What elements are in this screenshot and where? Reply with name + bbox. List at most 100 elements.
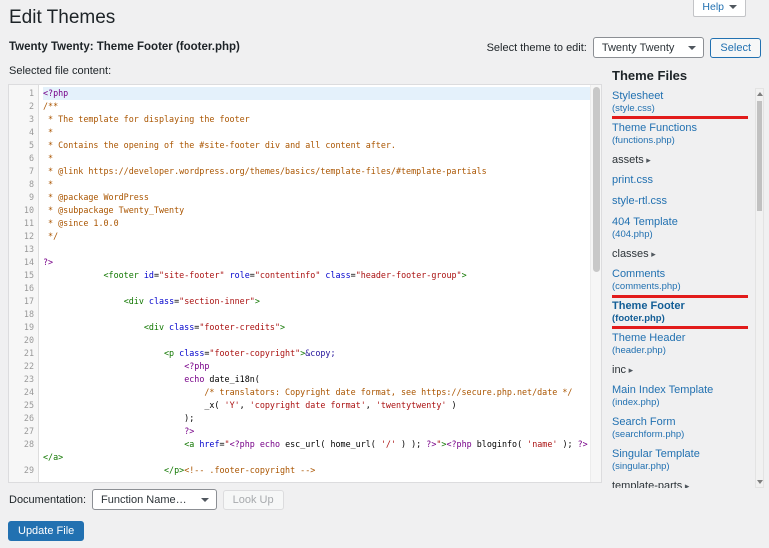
theme-file-filename: (functions.php) [612, 135, 675, 146]
code-line[interactable]: * [43, 152, 590, 165]
theme-select[interactable]: Twenty Twenty [592, 37, 705, 58]
theme-file-link[interactable]: Main Index Template (index.php) [612, 384, 748, 408]
chevron-down-icon [200, 497, 209, 502]
theme-folder-item[interactable]: template-parts ▸ [612, 480, 748, 488]
code-line[interactable]: * The template for displaying the footer [43, 113, 590, 126]
line-number: 17 [23, 296, 34, 306]
documentation-select-value: Function Name… [101, 493, 187, 506]
line-number: 3 [28, 114, 34, 124]
selected-file-content-label: Selected file content: [9, 65, 112, 77]
sidebar-scrollbar-thumb[interactable] [757, 101, 762, 211]
code-line[interactable] [43, 282, 590, 295]
code-line[interactable]: <?php [43, 360, 590, 373]
theme-file-link[interactable]: Theme Functions (functions.php) [612, 122, 748, 146]
code-line[interactable]: * [43, 126, 590, 139]
code-line[interactable]: </a> [43, 451, 590, 464]
documentation-select[interactable]: Function Name… [92, 489, 217, 510]
theme-file-filename: (style.css) [612, 103, 655, 114]
documentation-row: Documentation: Function Name… Look Up [9, 489, 284, 510]
line-number: 18 [23, 309, 34, 319]
line-number: 7 [28, 166, 34, 176]
code-line[interactable]: ?> [43, 425, 590, 438]
line-number: 5 [28, 140, 34, 150]
line-number: 4 [28, 127, 34, 137]
code-line[interactable] [43, 308, 590, 321]
code-line[interactable] [43, 243, 590, 256]
edit-themes-page: Help Edit Themes Twenty Twenty: Theme Fo… [0, 0, 769, 548]
theme-files-title: Theme Files [612, 68, 688, 83]
code-line[interactable]: <?php [43, 87, 590, 100]
chevron-down-icon [688, 45, 697, 50]
code-line[interactable]: <footer id="site-footer" role="contentin… [43, 269, 590, 282]
editor-scrollbar[interactable] [590, 85, 601, 482]
select-theme-button[interactable]: Select [710, 37, 761, 58]
line-number: 8 [28, 179, 34, 189]
theme-files-list: Stylesheet (style.css) Theme Functions (fun… [612, 90, 748, 488]
theme-file-label: Search Form [612, 416, 676, 428]
theme-file-label: inc ▸ [612, 364, 634, 376]
help-button[interactable]: Help [693, 0, 746, 17]
code-line[interactable]: <div class="section-inner"> [43, 295, 590, 308]
theme-file-link[interactable]: style-rtl.css [612, 195, 748, 208]
theme-file-link[interactable]: Search Form (searchform.php) [612, 416, 748, 440]
scroll-down-icon[interactable] [757, 480, 763, 484]
code-line[interactable]: * @subpackage Twenty_Twenty [43, 204, 590, 217]
code-line[interactable]: ?> [43, 256, 590, 269]
theme-file-link[interactable]: Comments (comments.php) [612, 268, 748, 292]
scroll-up-icon[interactable] [757, 92, 763, 96]
line-number: 25 [23, 400, 34, 410]
code-line[interactable]: _x( 'Y', 'copyright date format', 'twent… [43, 399, 590, 412]
code-line[interactable]: echo date_i18n( [43, 373, 590, 386]
theme-folder-item[interactable]: assets ▸ [612, 154, 748, 167]
theme-file-link[interactable]: print.css [612, 174, 748, 187]
theme-select-value: Twenty Twenty [601, 41, 675, 54]
line-number: 13 [23, 244, 34, 254]
line-number: 10 [23, 205, 34, 215]
code-line[interactable]: * [43, 178, 590, 191]
theme-file-link[interactable]: Stylesheet (style.css) [612, 90, 748, 119]
code-lines[interactable]: <?php/** * The template for displaying t… [39, 85, 590, 482]
code-line[interactable]: </p><!-- .footer-copyright --> [43, 464, 590, 477]
code-editor[interactable]: 1 2 3 4 5 6 7 8 9 10 11 12 13 14 15 16 17 18 19 20 21 22 23 24 2… [8, 84, 602, 483]
theme-file-label: Comments [612, 268, 666, 280]
select-theme-label: Select theme to edit: [486, 41, 587, 54]
theme-folder-item[interactable]: inc ▸ [612, 364, 748, 377]
code-line[interactable]: */ [43, 230, 590, 243]
theme-file-filename: (singular.php) [612, 461, 670, 472]
code-line[interactable]: /* translators: Copyright date format, s… [43, 386, 590, 399]
documentation-label: Documentation: [9, 493, 87, 506]
code-line[interactable]: /** [43, 100, 590, 113]
theme-file-link[interactable]: Theme Header (header.php) [612, 332, 748, 356]
theme-file-label: Theme Functions [612, 122, 697, 134]
page-title: Edit Themes [9, 7, 116, 28]
line-number: 11 [23, 218, 34, 228]
theme-file-link[interactable]: 404 Template (404.php) [612, 216, 748, 240]
code-line[interactable]: ); [43, 412, 590, 425]
theme-file-label: template-parts ▸ [612, 480, 748, 488]
update-file-button[interactable]: Update File [8, 521, 85, 541]
code-line[interactable]: <a href="<?php echo esc_url( home_url( '… [43, 438, 590, 451]
theme-file-filename: (footer.php) [612, 313, 665, 324]
lookup-button[interactable]: Look Up [222, 489, 284, 510]
theme-folder-item[interactable]: classes ▸ [612, 248, 748, 261]
theme-file-label: 404 Template [612, 216, 678, 228]
code-line[interactable]: * @link https://developer.wordpress.org/… [43, 165, 590, 178]
theme-file-link[interactable]: Theme Footer (footer.php) [612, 295, 748, 329]
code-line[interactable]: * @package WordPress [43, 191, 590, 204]
theme-file-link[interactable]: Singular Template (singular.php) [612, 448, 748, 472]
sidebar-scrollbar[interactable] [755, 88, 764, 488]
theme-file-label: print.css [612, 174, 653, 186]
theme-file-filename: (404.php) [612, 229, 653, 240]
code-line[interactable]: <div class="footer-credits"> [43, 321, 590, 334]
folder-expand-icon: ▸ [648, 249, 656, 259]
code-line[interactable]: * @since 1.0.0 [43, 217, 590, 230]
line-number: 29 [23, 465, 34, 475]
code-line[interactable]: <p class="footer-copyright">&copy; [43, 347, 590, 360]
theme-file-label: style-rtl.css [612, 195, 667, 207]
code-line[interactable]: * Contains the opening of the #site-foot… [43, 139, 590, 152]
line-number: 27 [23, 426, 34, 436]
line-number: 14 [23, 257, 34, 267]
editor-scrollbar-thumb[interactable] [593, 87, 600, 272]
code-line[interactable] [43, 334, 590, 347]
chevron-down-icon [729, 5, 737, 9]
